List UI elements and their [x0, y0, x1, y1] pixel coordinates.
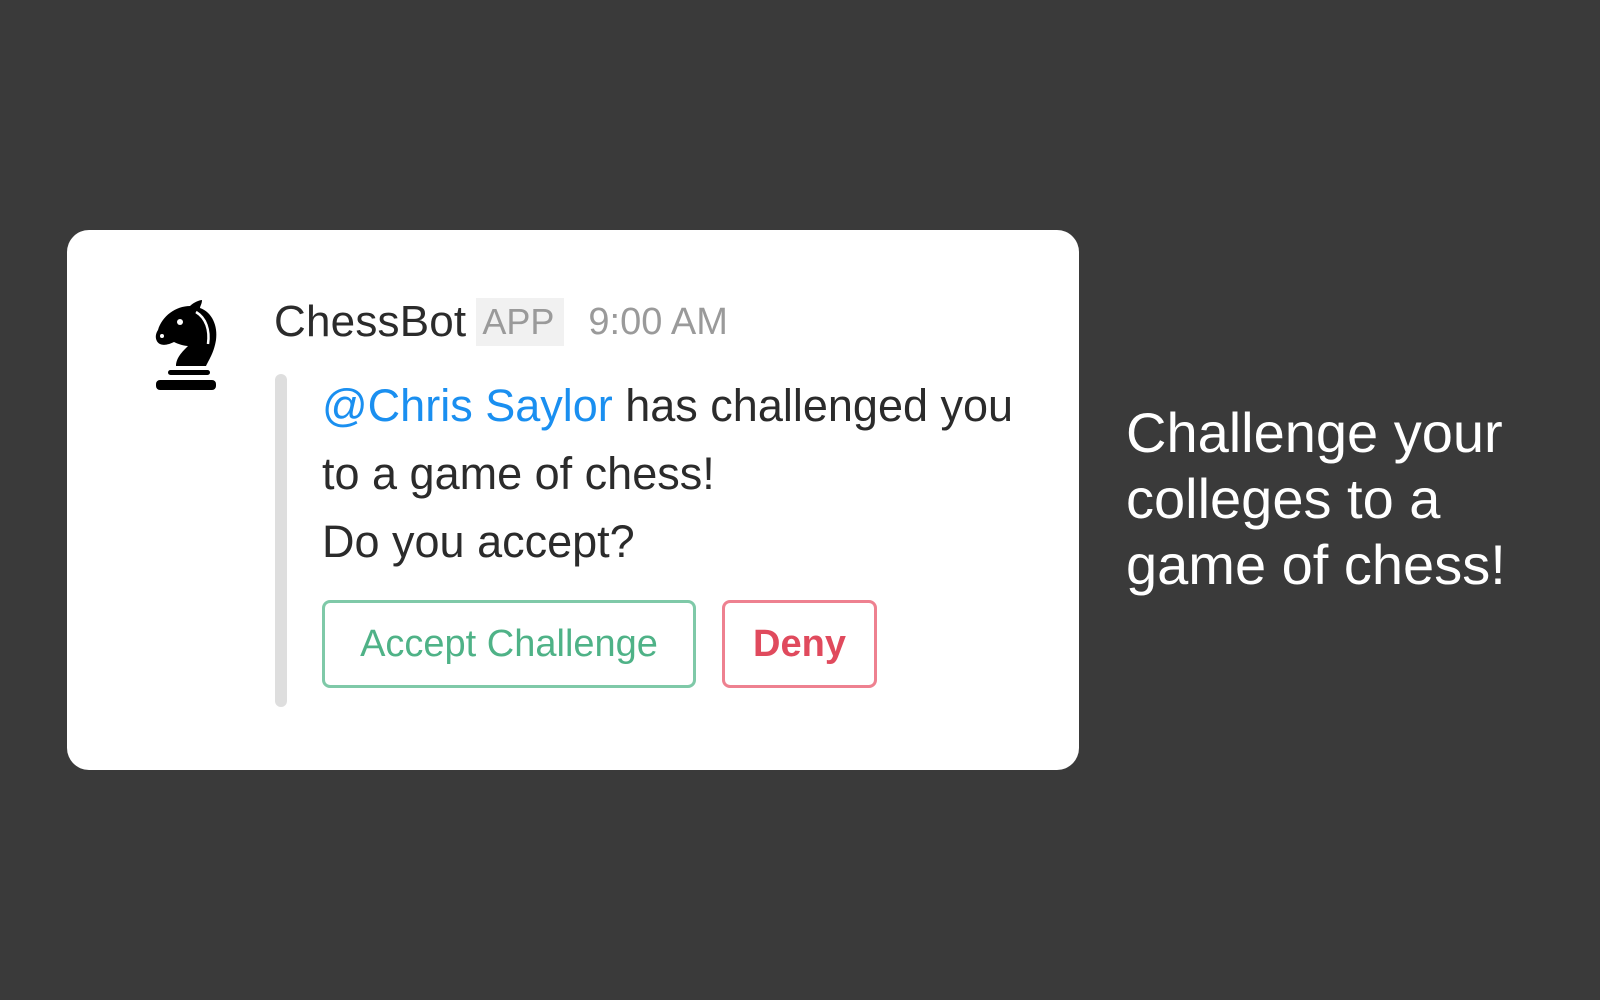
app-badge: APP — [476, 298, 565, 346]
message-question: Do you accept? — [322, 516, 635, 567]
deny-button[interactable]: Deny — [722, 600, 877, 688]
user-mention[interactable]: @Chris Saylor — [322, 380, 613, 431]
tagline: Challenge your colleges to a game of che… — [1126, 401, 1506, 596]
message-body: @Chris Saylor has challenged you to a ga… — [322, 372, 1042, 576]
accept-challenge-button[interactable]: Accept Challenge — [322, 600, 696, 688]
message-timestamp[interactable]: 9:00 AM — [588, 301, 727, 344]
chess-knight-icon — [150, 300, 220, 392]
message-header: ChessBot APP 9:00 AM — [274, 294, 728, 350]
bot-name[interactable]: ChessBot — [274, 297, 466, 347]
attachment-bar — [275, 374, 287, 707]
